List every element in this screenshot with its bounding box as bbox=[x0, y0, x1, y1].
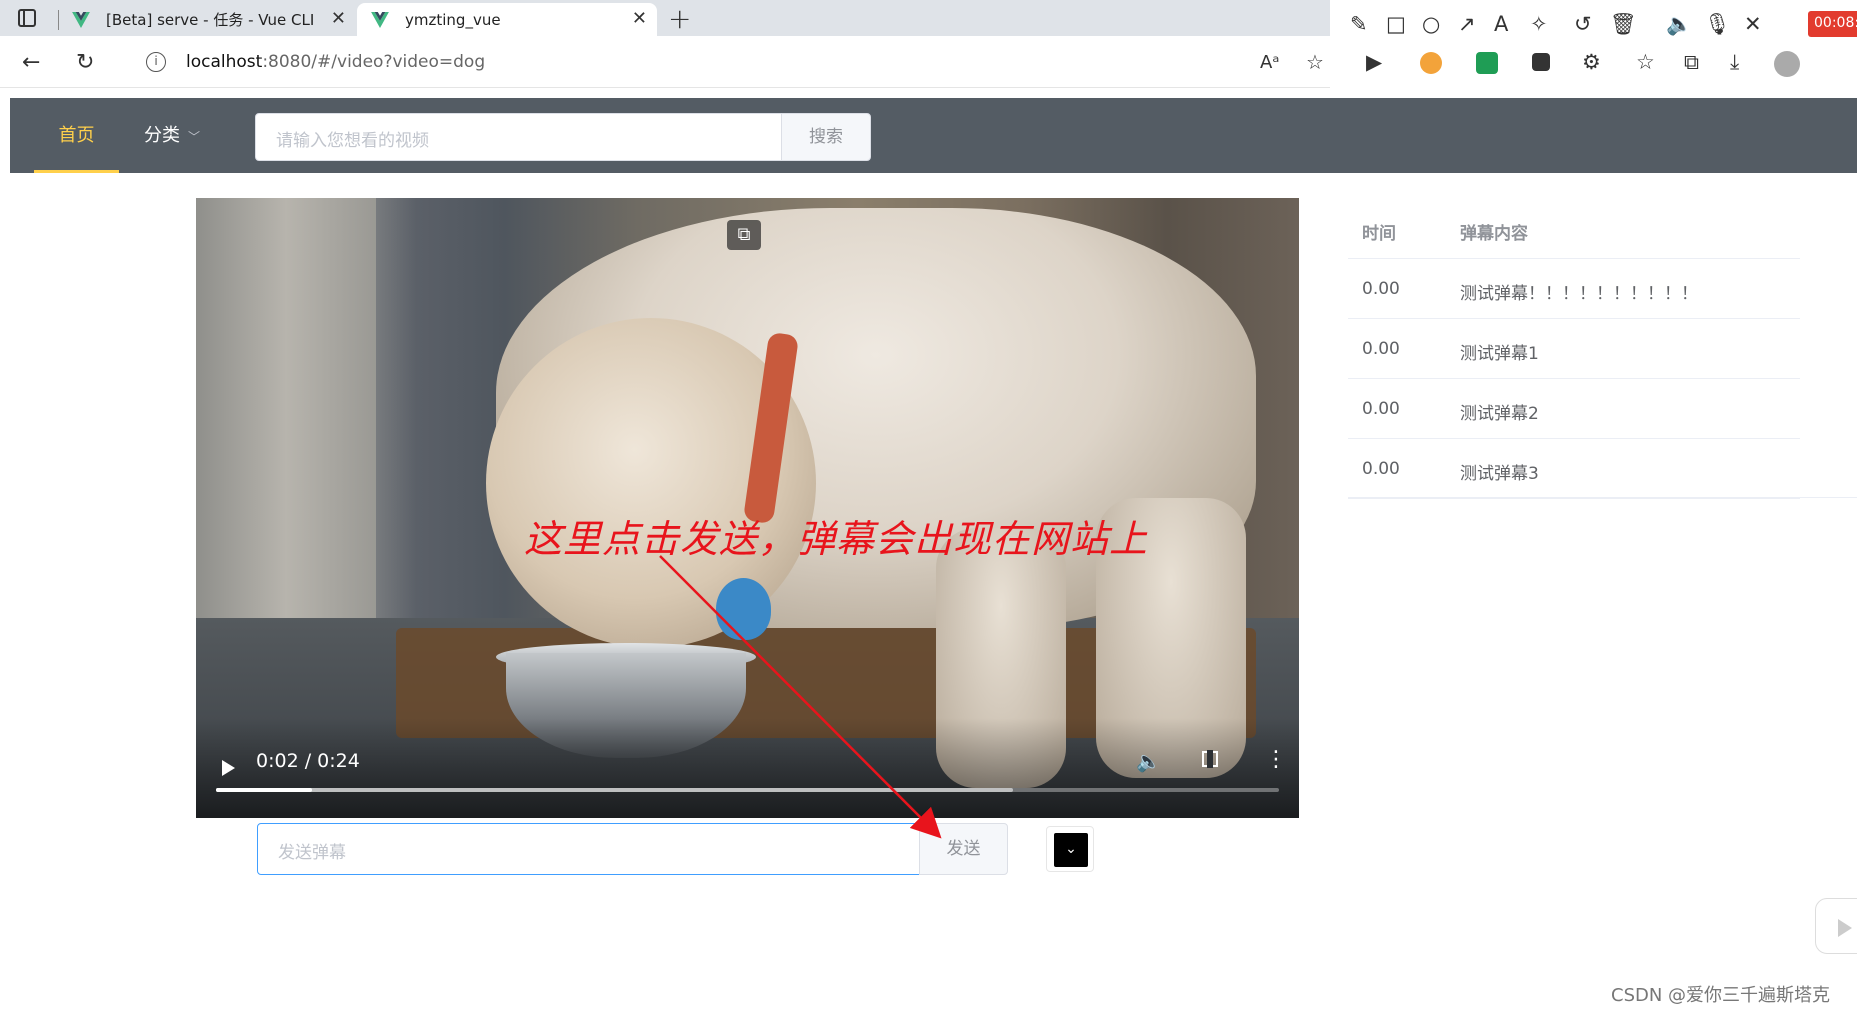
watermark: CSDN @爱你三千遍斯塔克 bbox=[1611, 985, 1831, 1006]
annotation-arrow bbox=[659, 555, 942, 839]
side-float-button[interactable] bbox=[1815, 898, 1857, 954]
